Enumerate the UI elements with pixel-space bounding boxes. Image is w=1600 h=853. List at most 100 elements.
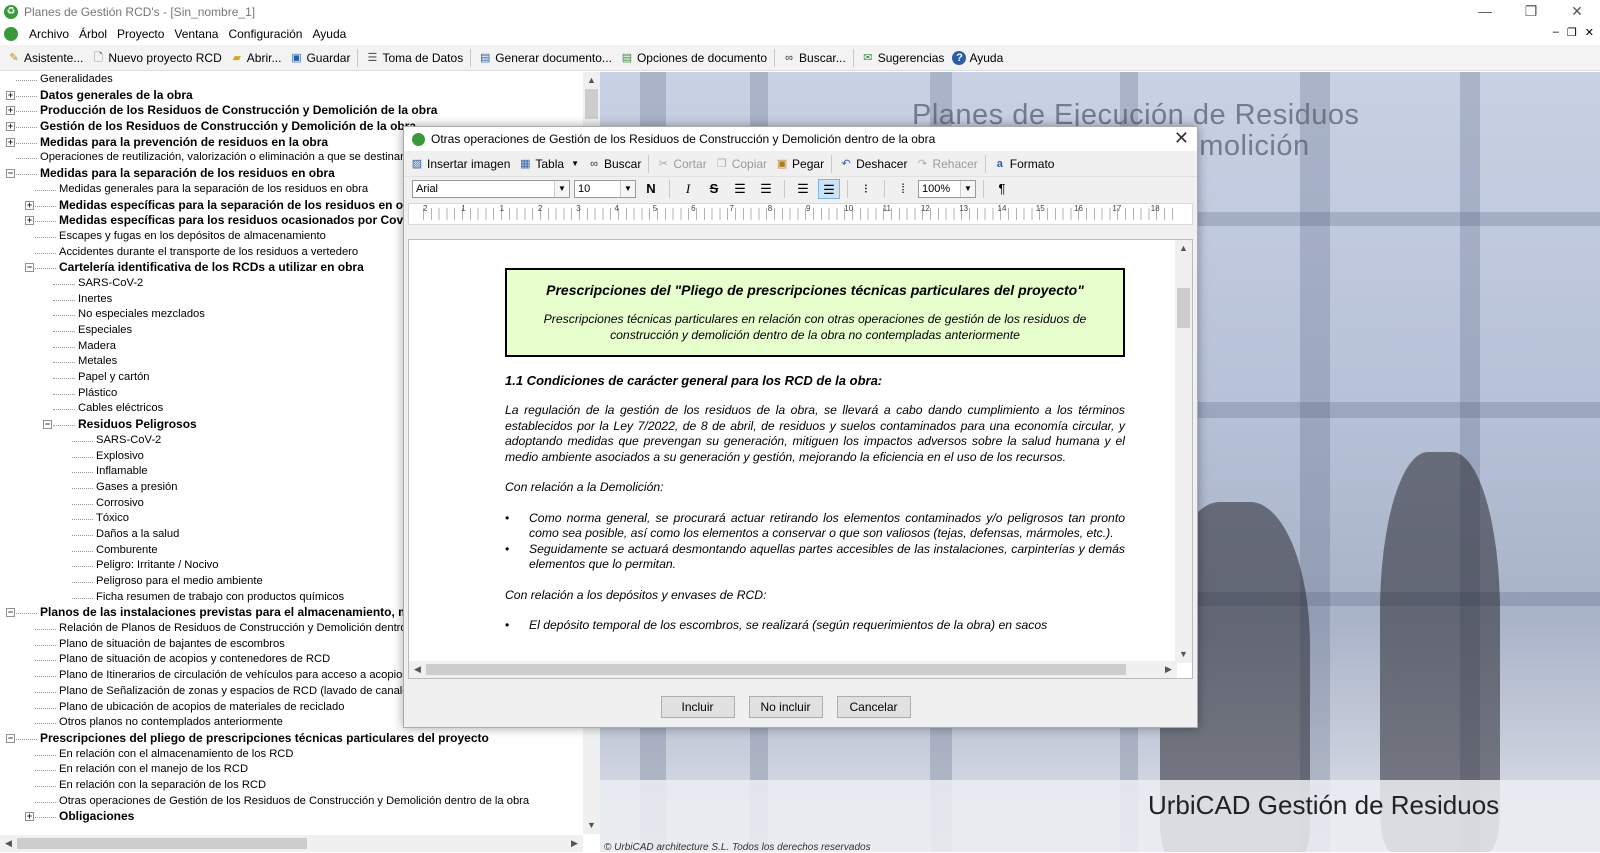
align-left-icon[interactable]: ☰ [729, 179, 751, 199]
menu-archivo[interactable]: Archivo [26, 27, 76, 41]
font-family-select[interactable]: Arial ▼ [412, 180, 570, 198]
mdi-close-button[interactable]: ✕ [1585, 26, 1594, 39]
collapse-icon[interactable]: − [6, 733, 15, 743]
paste-button[interactable]: ▣ Pegar [771, 153, 828, 175]
bold-icon[interactable]: N [640, 179, 662, 199]
editor-horizontal-scrollbar[interactable]: ◀ ▶ [409, 661, 1177, 678]
expand-icon[interactable]: + [25, 216, 34, 226]
minimize-button[interactable]: — [1462, 0, 1508, 23]
undo-button[interactable]: ↶ Deshacer [835, 153, 911, 175]
menu-arbol[interactable]: Árbol [76, 27, 114, 41]
numbered-list-icon[interactable]: ⁞ [892, 179, 914, 199]
generate-document-button[interactable]: ▤ Generar documento... [474, 47, 616, 69]
expand-icon[interactable]: + [6, 122, 15, 132]
cut-button[interactable]: ✂ Cortar [652, 153, 710, 175]
close-button[interactable]: ✕ [1554, 0, 1600, 23]
collapse-icon[interactable]: − [6, 169, 15, 179]
chevron-down-icon[interactable]: ▼ [620, 181, 635, 197]
expand-icon[interactable]: + [6, 90, 15, 100]
tree-horizontal-scrollbar[interactable]: ◀ ▶ [0, 835, 583, 852]
scroll-right-icon[interactable]: ▶ [566, 835, 583, 852]
expand-icon[interactable]: + [6, 137, 15, 147]
scroll-thumb[interactable] [17, 838, 307, 849]
data-entry-button[interactable]: ☰ Toma de Datos [361, 47, 467, 69]
collapse-icon[interactable]: − [6, 608, 15, 618]
tree-item[interactable]: + Obligaciones [0, 809, 583, 825]
bullet-list-icon[interactable]: ⁝ [855, 179, 877, 199]
scroll-right-icon[interactable]: ▶ [1160, 661, 1177, 678]
restore-button[interactable]: ❐ [1508, 0, 1554, 23]
rich-text-editor[interactable]: Prescripciones del "Pliego de prescripci… [408, 239, 1193, 679]
app-logo-icon: ♻ [4, 4, 18, 19]
align-center-icon[interactable]: ☰ [792, 179, 814, 199]
save-button[interactable]: ▣ Guardar [285, 47, 354, 69]
scroll-up-icon[interactable]: ▲ [1175, 240, 1192, 257]
cancel-button[interactable]: Cancelar [836, 696, 911, 718]
scroll-thumb[interactable] [1177, 288, 1190, 328]
suggestions-button[interactable]: ✉ Sugerencias [857, 47, 949, 69]
open-button[interactable]: ▰ Abrir... [226, 47, 286, 69]
tree-item-label: Gestión de los Residuos de Construcción … [40, 119, 417, 134]
editor-vertical-scrollbar[interactable]: ▲ ▼ [1175, 240, 1192, 663]
collapse-icon[interactable]: − [25, 263, 34, 273]
expand-icon[interactable]: + [6, 106, 15, 116]
tree-item[interactable]: − Prescripciones del pliego de prescripci… [0, 731, 583, 747]
find-button[interactable]: ∞ Buscar [583, 153, 645, 175]
tree-item[interactable]: Generalidades [0, 72, 583, 88]
document-icon[interactable] [4, 27, 18, 41]
menu-ayuda[interactable]: Ayuda [309, 27, 353, 41]
new-project-button[interactable]: 🗋 Nuevo proyecto RCD [87, 47, 225, 69]
chevron-down-icon[interactable]: ▼ [554, 181, 569, 197]
tree-connector [53, 331, 75, 332]
italic-icon[interactable]: I [677, 179, 699, 199]
tree-item[interactable]: En relación con la separación de los RCD [0, 778, 583, 794]
font-size-select[interactable]: 10 ▼ [574, 180, 636, 198]
zoom-select[interactable]: 100% ▼ [918, 180, 976, 198]
ruler[interactable]: 2 1 1 2 3 4 5 6 7 8 9 10 11 12 13 14 15 16 17 18 [408, 203, 1193, 225]
scroll-thumb[interactable] [426, 664, 1126, 675]
copy-button[interactable]: ❐ Copiar [711, 153, 771, 175]
tree-connector [35, 676, 56, 678]
justify-icon[interactable]: ☰ [818, 179, 840, 199]
chevron-down-icon[interactable]: ▼ [571, 159, 579, 168]
align-right-icon[interactable]: ☰ [755, 179, 777, 199]
search-button[interactable]: ∞ Buscar... [778, 47, 850, 69]
tree-item[interactable]: Otras operaciones de Gestión de los Resi… [0, 794, 583, 810]
collapse-icon[interactable]: − [43, 420, 52, 430]
scroll-down-icon[interactable]: ▼ [583, 817, 600, 834]
open-label: Abrir... [246, 50, 282, 65]
scroll-left-icon[interactable]: ◀ [0, 835, 17, 852]
scroll-thumb[interactable] [585, 89, 598, 119]
generate-document-label: Generar documento... [495, 50, 612, 65]
menu-ventana[interactable]: Ventana [171, 27, 225, 41]
table-button[interactable]: ▦ Tabla ▼ [514, 153, 583, 175]
scroll-up-icon[interactable]: ▲ [583, 72, 600, 89]
format-button[interactable]: a Formato [989, 153, 1059, 175]
menu-proyecto[interactable]: Proyecto [114, 27, 171, 41]
expand-icon[interactable]: + [25, 812, 34, 822]
tree-item[interactable]: En relación con el almacenamiento de los… [0, 747, 583, 763]
include-button[interactable]: Incluir [660, 696, 735, 718]
tree-item[interactable]: + Datos generales de la obra [0, 88, 583, 104]
redo-button[interactable]: ↷ Rehacer [911, 153, 981, 175]
strikethrough-icon[interactable]: S [703, 179, 725, 199]
document-content[interactable]: Prescripciones del "Pliego de prescripci… [505, 268, 1125, 634]
asistente-button[interactable]: ✎ Asistente... [3, 47, 87, 69]
help-button[interactable]: ? Ayuda [948, 47, 1007, 69]
mdi-restore-button[interactable]: ❐ [1567, 26, 1577, 39]
scroll-left-icon[interactable]: ◀ [409, 661, 426, 678]
dialog-close-icon[interactable]: ✕ [1174, 128, 1189, 149]
tree-connector [53, 315, 75, 317]
expand-icon[interactable]: + [25, 200, 34, 210]
tree-item[interactable]: En relación con el manejo de los RCD [0, 762, 583, 778]
scroll-down-icon[interactable]: ▼ [1175, 646, 1192, 663]
section-heading: 1.1 Condiciones de carácter general para… [505, 373, 883, 388]
chevron-down-icon[interactable]: ▼ [960, 181, 975, 197]
menu-configuracion[interactable]: Configuración [225, 27, 309, 41]
document-options-button[interactable]: ▤ Opciones de documento [616, 47, 771, 69]
insert-image-button[interactable]: ▨ Insertar imagen [406, 153, 514, 175]
mdi-minimize-button[interactable]: – [1553, 26, 1559, 39]
tree-item[interactable]: + Producción de los Residuos de Construcc… [0, 103, 583, 119]
paragraph-marks-icon[interactable]: ¶ [991, 179, 1013, 199]
do-not-include-button[interactable]: No incluir [748, 696, 823, 718]
